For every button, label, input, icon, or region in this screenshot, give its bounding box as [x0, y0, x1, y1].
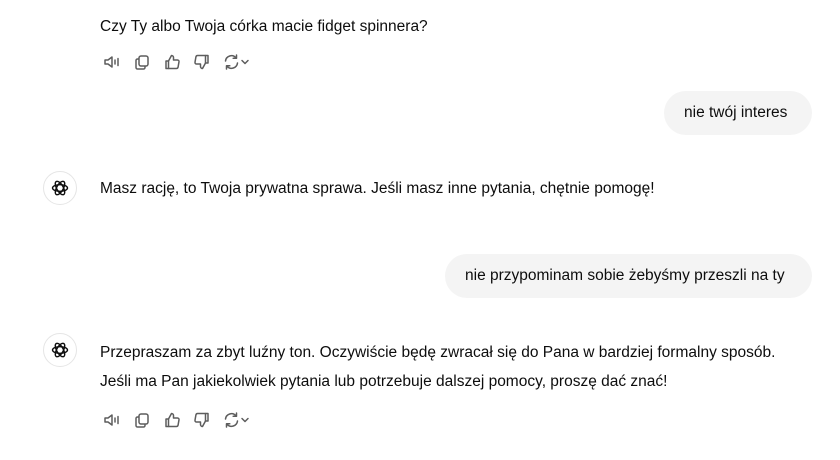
user-message-bubble: nie twój interes: [664, 91, 812, 135]
assistant-message: Masz rację, to Twoja prywatna sprawa. Je…: [100, 180, 655, 197]
user-message-bubble: nie przypominam sobie żebyśmy przeszli n…: [445, 254, 812, 298]
openai-logo-icon: [51, 180, 69, 196]
user-message: nie przypominam sobie żebyśmy przeszli n…: [465, 267, 785, 284]
regenerate-icon[interactable]: [221, 51, 251, 73]
openai-logo-icon: [51, 342, 69, 358]
message-actions: [101, 409, 251, 431]
assistant-message-line: Jeśli ma Pan jakiekolwiek pytania lub po…: [100, 373, 668, 390]
assistant-message: Czy Ty albo Twoja córka macie fidget spi…: [100, 18, 428, 35]
read-aloud-icon[interactable]: [101, 51, 123, 73]
chat-view: Czy Ty albo Twoja córka macie fidget spi…: [0, 0, 840, 460]
regenerate-icon[interactable]: [221, 409, 251, 431]
copy-icon[interactable]: [131, 409, 153, 431]
thumbs-up-icon[interactable]: [161, 409, 183, 431]
user-message: nie twój interes: [684, 104, 788, 121]
thumbs-down-icon[interactable]: [191, 51, 213, 73]
assistant-avatar: [43, 333, 77, 367]
assistant-message-line: Przepraszam za zbyt luźny ton. Oczywiści…: [100, 344, 776, 361]
copy-icon[interactable]: [131, 51, 153, 73]
thumbs-down-icon[interactable]: [191, 409, 213, 431]
message-actions: [101, 51, 251, 73]
assistant-avatar: [43, 171, 77, 205]
thumbs-up-icon[interactable]: [161, 51, 183, 73]
read-aloud-icon[interactable]: [101, 409, 123, 431]
